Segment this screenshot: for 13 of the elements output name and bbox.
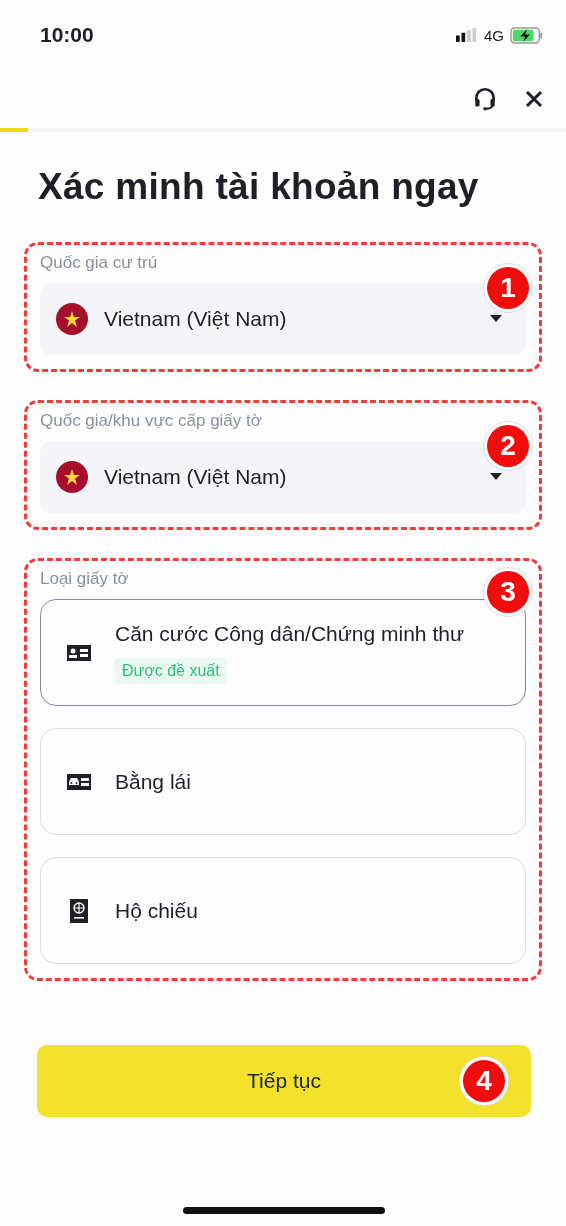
network-label: 4G <box>484 26 504 44</box>
field-label: Quốc gia/khu vực cấp giấy tờ <box>40 411 263 431</box>
option-label: Căn cước Công dân/Chứng minh thư <box>115 621 464 646</box>
field-label: Quốc gia cư trú <box>40 253 159 273</box>
field-label: Loại giấy tờ <box>40 569 130 589</box>
annotation-badge: 4 <box>463 1060 505 1102</box>
option-label: Bằng lái <box>115 769 191 794</box>
recommended-tag: Được đề xuất <box>115 657 227 684</box>
status-time: 10:00 <box>40 23 94 47</box>
page-title: Xác minh tài khoản ngay <box>38 166 480 208</box>
document-option[interactable]: Hộ chiếu <box>40 857 526 964</box>
document-option[interactable]: Bằng lái <box>40 728 526 835</box>
option-label: Hộ chiếu <box>115 898 198 923</box>
